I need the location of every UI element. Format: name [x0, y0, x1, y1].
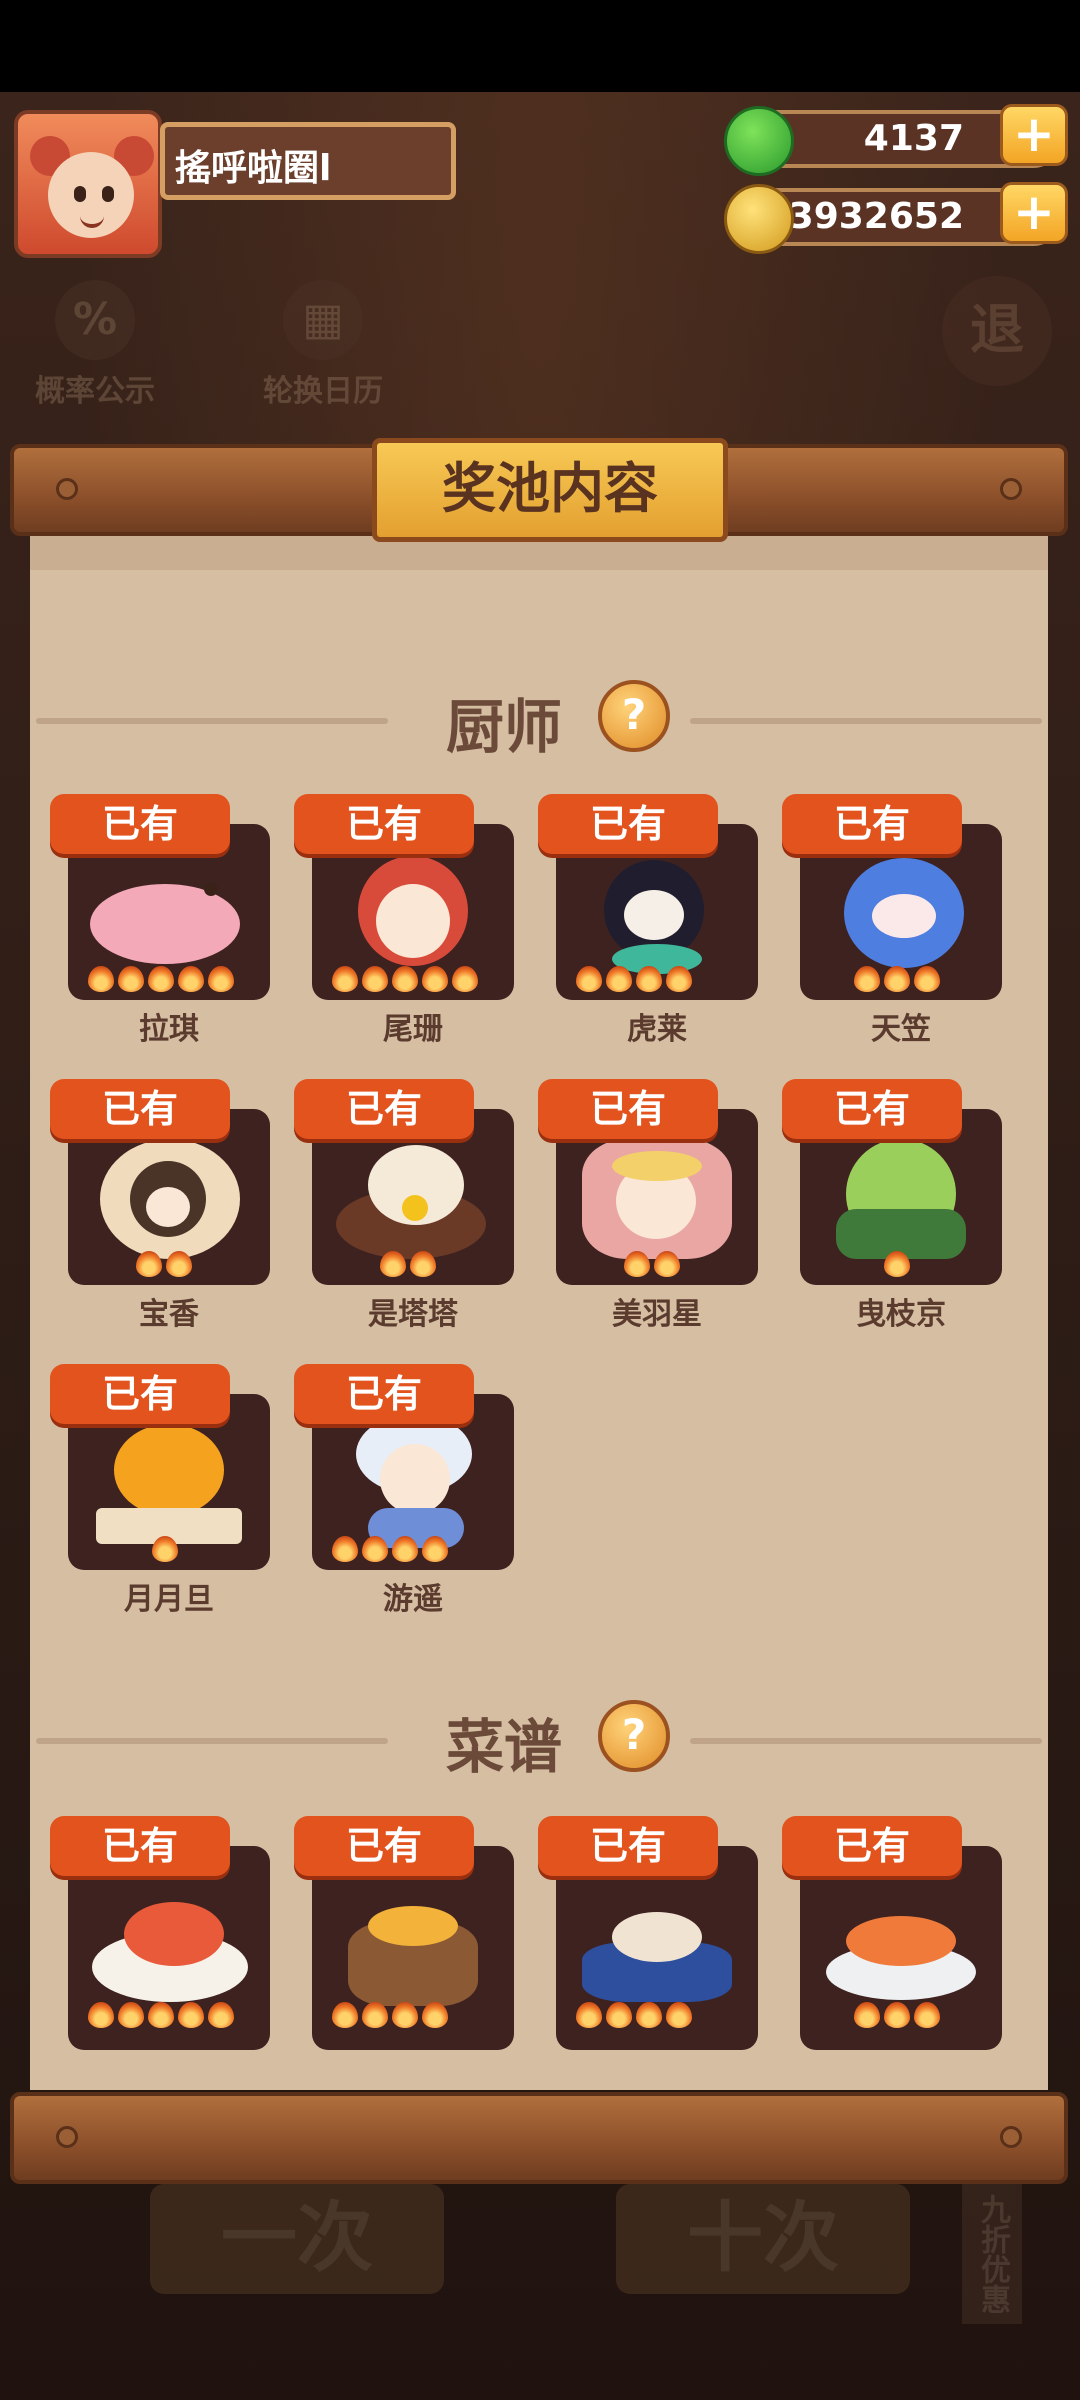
section-divider — [36, 1738, 388, 1744]
jade-amount: 4137 — [863, 118, 964, 159]
jade-icon — [724, 106, 794, 176]
rarity-stars — [624, 1251, 684, 1281]
player-name: 搖呼啦圈l — [175, 148, 332, 189]
panel-title: 奖池内容 — [372, 438, 728, 542]
chef-card[interactable]: 已有 天笠 — [782, 794, 1002, 1047]
chef-card[interactable]: 已有 是塔塔 — [294, 1079, 514, 1332]
rarity-stars — [380, 1251, 440, 1281]
owned-badge: 已有 — [538, 1079, 718, 1139]
dish-image — [328, 1892, 498, 2020]
rarity-stars — [88, 2002, 238, 2032]
owned-badge: 已有 — [50, 1816, 230, 1876]
owned-badge: 已有 — [294, 1079, 474, 1139]
owned-badge: 已有 — [50, 1079, 230, 1139]
rarity-stars — [884, 1251, 914, 1281]
owned-badge: 已有 — [294, 1364, 474, 1424]
calendar-menu[interactable]: ▦ 轮换日历 — [248, 280, 398, 410]
add-jade-button[interactable]: + — [1000, 104, 1068, 166]
rarity-stars — [576, 2002, 696, 2032]
rarity-stars — [576, 966, 696, 996]
owned-badge: 已有 — [294, 794, 474, 854]
chef-portrait — [816, 854, 986, 982]
owned-badge: 已有 — [782, 794, 962, 854]
chef-card[interactable]: 已有 月月旦 — [50, 1364, 270, 1617]
owned-badge: 已有 — [782, 1079, 962, 1139]
player-avatar[interactable] — [14, 110, 162, 258]
chef-section-title: 厨师 — [446, 693, 563, 761]
owned-badge: 已有 — [538, 1816, 718, 1876]
rarity-stars — [332, 2002, 452, 2032]
chef-portrait — [84, 1424, 254, 1552]
recipe-card[interactable]: 已有 — [538, 1816, 758, 2050]
recipe-card[interactable]: 已有 — [50, 1816, 270, 2050]
chef-portrait — [84, 854, 254, 982]
chef-card[interactable]: 已有 尾珊 — [294, 794, 514, 1047]
section-divider — [36, 718, 388, 724]
owned-badge: 已有 — [50, 1364, 230, 1424]
chef-name: 是塔塔 — [368, 1297, 458, 1332]
calendar-label: 轮换日历 — [263, 374, 383, 409]
rarity-stars — [88, 966, 238, 996]
nail-icon — [56, 478, 78, 500]
chef-card[interactable]: 已有 虎莱 — [538, 794, 758, 1047]
panel-bottom-board — [10, 2092, 1068, 2184]
chef-name: 曳枝京 — [856, 1297, 946, 1332]
chef-portrait — [328, 1414, 498, 1552]
nail-icon — [1000, 2126, 1022, 2148]
chef-name: 月月旦 — [124, 1582, 214, 1617]
dish-image — [572, 1892, 742, 2020]
chef-portrait — [328, 854, 498, 982]
chef-portrait — [572, 1139, 742, 1267]
owned-badge: 已有 — [294, 1816, 474, 1876]
rarity-stars — [854, 2002, 944, 2032]
chef-name: 游遥 — [383, 1582, 443, 1617]
section-divider — [690, 1738, 1042, 1744]
chef-name: 尾珊 — [383, 1012, 443, 1047]
chef-name: 拉琪 — [139, 1012, 199, 1047]
dish-image — [816, 1892, 986, 2020]
probability-label: 概率公示 — [35, 374, 155, 409]
chef-help-button[interactable]: ? — [598, 680, 670, 752]
chef-card[interactable]: 已有 拉琪 — [50, 794, 270, 1047]
nail-icon — [1000, 478, 1022, 500]
draw-ten-button[interactable]: 十次 — [616, 2184, 910, 2294]
chef-portrait — [572, 854, 742, 982]
chef-name: 美羽星 — [612, 1297, 702, 1332]
chef-portrait — [84, 1139, 254, 1267]
rarity-stars — [854, 966, 944, 996]
recipe-help-button[interactable]: ? — [598, 1700, 670, 1772]
rarity-stars — [136, 1251, 196, 1281]
percent-icon: % — [55, 280, 135, 360]
owned-badge: 已有 — [50, 794, 230, 854]
chef-card[interactable]: 已有 游遥 — [294, 1364, 514, 1617]
owned-badge: 已有 — [538, 794, 718, 854]
player-name-box: 搖呼啦圈l — [160, 122, 456, 200]
discount-tag: 九折优惠 — [962, 2184, 1022, 2324]
chef-card[interactable]: 已有 美羽星 — [538, 1079, 758, 1332]
dish-image — [84, 1892, 254, 2020]
recipe-card[interactable]: 已有 — [782, 1816, 1002, 2050]
chef-name: 宝香 — [139, 1297, 199, 1332]
exit-button[interactable]: 退 — [942, 276, 1052, 386]
owned-badge: 已有 — [782, 1816, 962, 1876]
calendar-icon: ▦ — [283, 280, 363, 360]
chef-card[interactable]: 已有 曳枝京 — [782, 1079, 1002, 1332]
coin-icon — [724, 184, 794, 254]
probability-menu[interactable]: % 概率公示 — [20, 280, 170, 410]
recipe-section-title: 菜谱 — [446, 1713, 563, 1781]
add-coin-button[interactable]: + — [1000, 182, 1068, 244]
chef-name: 天笠 — [871, 1012, 931, 1047]
section-divider — [690, 718, 1042, 724]
draw-once-button[interactable]: 一次 — [150, 2184, 444, 2294]
chef-portrait — [816, 1139, 986, 1267]
status-bar — [0, 0, 1080, 92]
chef-name: 虎莱 — [627, 1012, 687, 1047]
chef-portrait — [328, 1139, 498, 1267]
rarity-stars — [332, 1536, 452, 1566]
recipe-card[interactable]: 已有 — [294, 1816, 514, 2050]
rarity-stars — [332, 966, 482, 996]
chef-card[interactable]: 已有 宝香 — [50, 1079, 270, 1332]
nail-icon — [56, 2126, 78, 2148]
rarity-stars — [152, 1536, 182, 1566]
